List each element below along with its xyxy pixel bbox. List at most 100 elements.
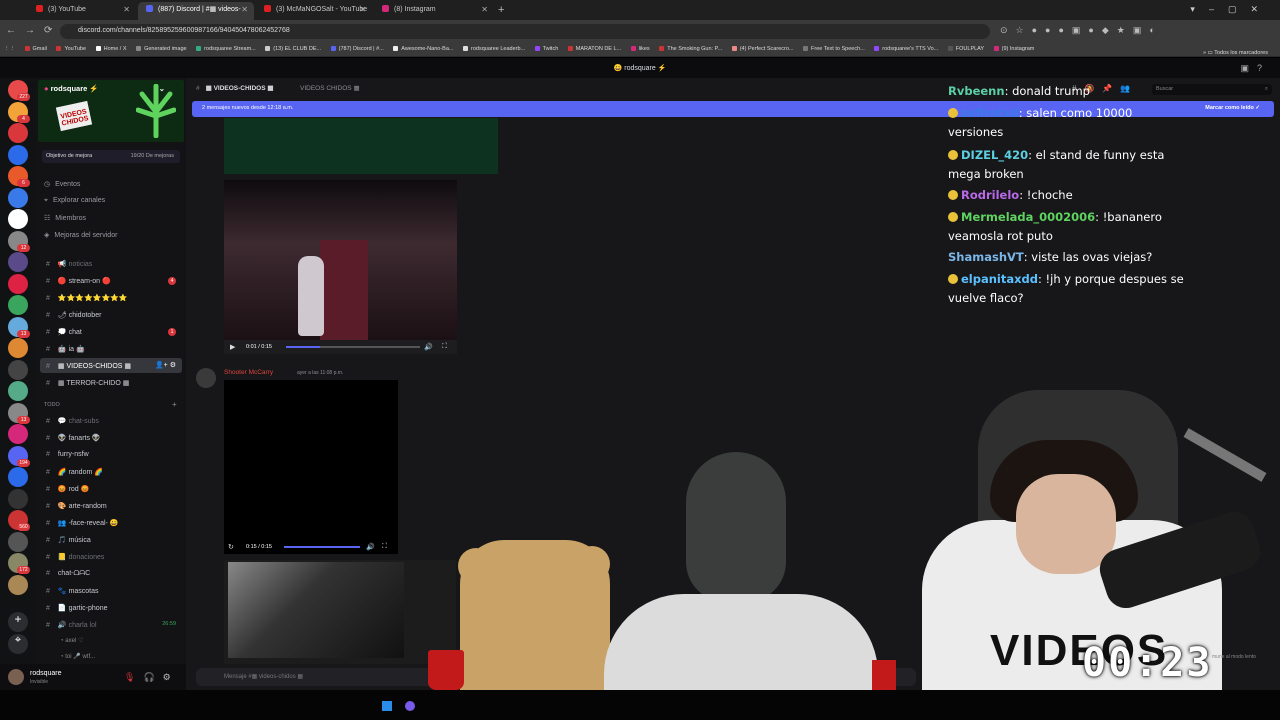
tab-instagram[interactable]: (8) Instagram ✕ xyxy=(374,2,494,20)
add-channel-icon[interactable]: + xyxy=(172,400,177,409)
menu-server-boosts[interactable]: ◈ Mejoras del servidor xyxy=(44,231,117,239)
channel-item[interactable]: # 🌈 random 🌈 xyxy=(40,464,182,479)
address-bar[interactable]: discord.com/channels/825895259600987166/… xyxy=(60,24,990,39)
channel-item[interactable]: # 📢 noticias xyxy=(40,256,182,271)
channel-item[interactable]: # 👽 fanarts 👽 xyxy=(40,430,182,445)
server-icon[interactable] xyxy=(8,467,28,487)
username[interactable]: rodsquare xyxy=(30,670,62,677)
channel-item[interactable]: # ▦ TERROR-CHIDO ▦ xyxy=(40,375,182,390)
mark-read-button[interactable]: Marcar como leído ✓ xyxy=(1205,105,1260,111)
bookmark[interactable]: YouTube xyxy=(56,42,86,52)
channel-item[interactable]: # 😡 rod 😡 xyxy=(40,481,182,496)
channel-item[interactable]: # 📒 donaciones xyxy=(40,549,182,564)
close-tab-icon[interactable]: ✕ xyxy=(359,5,366,14)
voice-user[interactable]: ◔ axel ♡ xyxy=(60,637,83,644)
channel-settings-icon[interactable]: 👤+ ⚙ xyxy=(155,361,176,369)
bookmark[interactable]: rodsquaree Leaderb... xyxy=(463,42,525,52)
server-icon[interactable] xyxy=(8,338,28,358)
tab-discord[interactable]: (887) Discord | #▦ videos- ✕ xyxy=(138,2,254,20)
volume-icon[interactable]: 🔊 xyxy=(366,543,375,551)
close-tab-icon[interactable]: ✕ xyxy=(481,5,488,14)
apps-icon[interactable]: ⋮⋮ xyxy=(4,42,15,52)
server-name[interactable]: ● rodsquare ⚡ ⌄ xyxy=(44,84,165,93)
server-icon[interactable] xyxy=(8,123,28,143)
bookmark[interactable]: FOULPLAY xyxy=(947,42,984,52)
app-icon[interactable] xyxy=(405,701,415,711)
bookmark[interactable]: Gmail xyxy=(24,42,47,52)
voice-user[interactable]: ◔ toi 🎤 wtf... xyxy=(60,653,95,660)
channel-item[interactable]: # ⭐⭐⭐⭐⭐⭐⭐⭐ xyxy=(40,290,182,305)
video-attachment[interactable]: ▶ 0:01 / 0:15 🔊 ⛶ xyxy=(224,180,457,354)
menu-browse-channels[interactable]: ⌖ Explorar canales xyxy=(44,197,105,205)
headphones-icon[interactable]: 🎧 xyxy=(143,672,162,682)
server-icon[interactable] xyxy=(8,488,28,509)
channel-item[interactable]: # 💭 chat 1 xyxy=(40,324,182,339)
mic-muted-icon[interactable]: 🎙 xyxy=(124,672,143,682)
channel-item[interactable]: # 🎵 música xyxy=(40,532,182,547)
bookmark[interactable]: (787) Discord | #... xyxy=(330,42,384,52)
boost-goal[interactable]: Objetivo de mejora 19/20 De mejoras xyxy=(42,150,180,163)
channel-item[interactable]: # 👥 -face-reveal- 😀 xyxy=(40,515,182,530)
extension-icons[interactable]: ⊙☆●●●▣●◆★▣◐ xyxy=(1000,25,1163,36)
server-icon[interactable] xyxy=(8,209,28,229)
server-icon[interactable] xyxy=(8,359,28,380)
video-progress[interactable] xyxy=(286,346,420,348)
bookmark[interactable]: likes xyxy=(630,42,650,52)
window-controls[interactable]: ▾–▢✕ xyxy=(1190,4,1272,15)
bookmark[interactable]: The Smoking Gun: P... xyxy=(659,42,722,52)
channel-item[interactable]: # ▦ VIDEOS-CHIDOS ▦ 👤+ ⚙ xyxy=(40,358,182,373)
server-icon[interactable] xyxy=(8,252,28,272)
discover-icon[interactable]: ⌖ xyxy=(8,634,28,654)
category-header[interactable]: TODO xyxy=(44,402,60,408)
tab-youtube[interactable]: (3) YouTube ✕ xyxy=(28,2,136,20)
menu-members[interactable]: ☷ Miembros xyxy=(44,214,86,222)
avatar[interactable] xyxy=(196,368,216,388)
bookmark[interactable]: (4) Perfect Scarecro... xyxy=(731,42,793,52)
volume-icon[interactable]: 🔊 xyxy=(424,343,433,351)
channel-item[interactable]: # 💬 chat-subs xyxy=(40,413,182,428)
fullscreen-icon[interactable]: ⛶ xyxy=(442,343,447,351)
bookmark[interactable]: (13) EL CLUB DE... xyxy=(265,42,321,52)
server-icon[interactable] xyxy=(8,187,28,208)
bookmark[interactable]: rodsquaree Stream... xyxy=(196,42,256,52)
nav-buttons[interactable]: ←→⟳ xyxy=(6,25,61,36)
channel-item[interactable]: # 🌶 chidotober xyxy=(40,307,182,322)
user-controls[interactable]: 🎙🎧⚙ xyxy=(124,672,179,683)
bookmark[interactable]: Twitch xyxy=(534,42,558,52)
message-author[interactable]: Shooter McCarry xyxy=(224,369,273,376)
bookmark[interactable]: Awesome-Nano-Ba... xyxy=(393,42,453,52)
server-icon[interactable] xyxy=(8,531,28,552)
channel-item[interactable]: # 🤖 ia 🤖 xyxy=(40,341,182,356)
all-bookmarks-button[interactable]: » ▭ Todos los marcadores xyxy=(1203,46,1268,56)
avatar[interactable] xyxy=(8,669,24,685)
server-icon[interactable] xyxy=(8,273,28,294)
video-progress[interactable] xyxy=(284,546,360,548)
channel-item[interactable]: # furry-nsfw xyxy=(40,447,182,462)
play-icon[interactable]: ▶ xyxy=(230,343,235,351)
channel-item[interactable]: # 🐾 mascotas xyxy=(40,583,182,598)
close-tab-icon[interactable]: ✕ xyxy=(123,5,130,14)
bookmark[interactable]: Free Text to Speech... xyxy=(803,42,865,52)
replay-icon[interactable]: ↻ xyxy=(228,543,234,551)
video-attachment[interactable] xyxy=(224,560,456,664)
server-icon[interactable] xyxy=(8,144,28,165)
channel-item[interactable]: # 🔴 stream-on 🔴 4 xyxy=(40,273,182,288)
bookmark[interactable]: MARATON DE L... xyxy=(567,42,621,52)
bookmark[interactable]: (9) Instagram xyxy=(993,42,1034,52)
video-attachment[interactable] xyxy=(224,118,498,174)
bookmark[interactable]: Generated image xyxy=(136,42,187,52)
add-server-button[interactable]: + xyxy=(8,612,28,632)
channel-item[interactable]: # 🔊 charla lol 26:59 xyxy=(40,617,182,632)
tab-mcmangosalt[interactable]: (3) McMaNGOSalt - YouTube ✕ xyxy=(256,2,372,20)
video-attachment[interactable]: ↻ 0:15 / 0:15 🔊 ⛶ xyxy=(224,380,398,554)
title-bar-icons[interactable]: ▣? xyxy=(1240,63,1270,74)
channel-item[interactable]: # chat-ᗝᗩC xyxy=(40,566,182,581)
channel-item[interactable]: # 📄 gartic-phone xyxy=(40,600,182,615)
bookmark[interactable]: Home / X xyxy=(95,42,127,52)
server-icon[interactable] xyxy=(8,381,28,401)
new-tab-button[interactable]: + xyxy=(498,4,504,16)
server-icon[interactable] xyxy=(8,424,28,444)
windows-start-icon[interactable] xyxy=(382,701,392,711)
server-icon[interactable] xyxy=(8,295,28,315)
menu-events[interactable]: ◷ Eventos xyxy=(44,180,80,188)
